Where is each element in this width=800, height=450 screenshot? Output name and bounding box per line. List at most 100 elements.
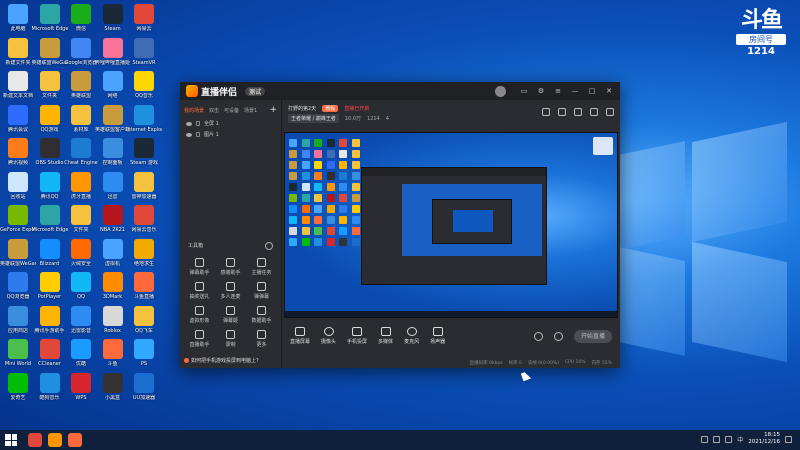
preview-icon [289, 216, 297, 224]
tool-item[interactable]: 弹幕姬 [215, 306, 246, 324]
share-screen-icon[interactable] [558, 108, 566, 116]
tool-item[interactable]: 多人连麦 [215, 282, 246, 300]
preview-icon [301, 139, 310, 147]
preview-icon [301, 194, 310, 202]
camera-button[interactable]: 摄像头 [321, 327, 336, 345]
app-icon [134, 272, 154, 292]
tab-scene-1[interactable]: 场景1 [244, 107, 257, 114]
lock-icon[interactable] [196, 132, 200, 137]
clock-time: 18:15 [764, 432, 780, 438]
clock[interactable]: 18:15 2021/12/16 [748, 432, 780, 446]
room-number: 1214 [367, 115, 380, 122]
close-icon[interactable]: ✕ [604, 86, 614, 96]
settings-icon[interactable]: ⚙ [536, 86, 546, 96]
volume-icon[interactable] [725, 435, 733, 443]
tab-my-scenes[interactable]: 我的场景 [184, 107, 204, 114]
tab-double-click[interactable]: 双击 [209, 107, 219, 114]
phone-icon [352, 327, 363, 336]
preview-icon [314, 139, 322, 147]
start-button[interactable] [4, 433, 18, 447]
tool-item[interactable]: 感谢助手 [215, 258, 246, 276]
speaker-button[interactable]: 扬声器 [430, 327, 445, 345]
stream-preview[interactable] [284, 132, 618, 318]
screen-capture-button[interactable]: 直播屏幕 [290, 327, 310, 345]
tool-item[interactable]: 数据助手 [246, 306, 277, 324]
microphone-button[interactable]: 麦克风 [404, 327, 419, 345]
preview-icon [301, 227, 310, 235]
tab-devices[interactable]: 可设备 [224, 107, 239, 114]
status-bar: 直播码率 0kbps 帧率 0 丢帧 0(0.00%) CPU 10% 内存 5… [282, 360, 620, 366]
room-tag[interactable]: 教程 [322, 105, 339, 112]
preview-icon [326, 172, 335, 180]
viewer-count: 4 [385, 115, 389, 122]
preview-icon [301, 150, 310, 158]
tool-item[interactable]: 录制 [215, 330, 246, 348]
preview-icon [339, 194, 347, 202]
taskbar-app-icon[interactable] [28, 433, 42, 447]
taskbar-app-icon[interactable] [68, 433, 82, 447]
tip-notice[interactable]: 如何把手机游戏投屏到电脑上？ [184, 357, 261, 364]
app-icon [102, 71, 123, 91]
app-icon [39, 138, 60, 158]
camera-icon [323, 327, 334, 336]
bell-icon[interactable] [590, 108, 598, 116]
desktop-icon-label: QQ飞车 [135, 327, 153, 334]
app-icon [134, 4, 154, 24]
preview-icon [351, 161, 360, 169]
add-scene-icon[interactable]: + [269, 105, 277, 115]
preview-icon [326, 205, 335, 213]
media-button[interactable]: 多媒体 [378, 327, 393, 345]
tool-icon [195, 330, 204, 339]
settings-icon[interactable] [554, 331, 563, 341]
preview-watermark [593, 137, 613, 155]
tool-item[interactable]: 弹幕助手 [184, 258, 215, 276]
share-icon[interactable] [606, 108, 614, 116]
lock-icon[interactable] [574, 108, 582, 116]
input-language[interactable]: 中 [737, 435, 743, 444]
eye-icon[interactable] [186, 121, 192, 126]
taskbar-apps [22, 433, 82, 447]
room-title[interactable]: 打野的第2天 [288, 105, 316, 112]
app-icon [102, 171, 123, 192]
gift-icon[interactable] [542, 108, 550, 116]
tool-icon [257, 282, 266, 291]
preview-icon [289, 227, 297, 235]
record-icon[interactable] [534, 331, 543, 341]
menu-icon[interactable]: ≡ [553, 86, 563, 96]
tool-item[interactable]: 抽奖送礼 [184, 282, 215, 300]
phone-cast-button[interactable]: 手机投屏 [347, 327, 367, 345]
notification-icon[interactable] [785, 435, 792, 443]
tool-item[interactable]: 弹弹幕 [246, 282, 277, 300]
skin-icon[interactable]: ▭ [519, 86, 529, 96]
app-icon [71, 238, 91, 259]
network-icon[interactable] [713, 435, 721, 443]
preview-icon [289, 139, 297, 147]
preview-icon [351, 216, 360, 224]
start-live-button[interactable]: 开始直播 [574, 329, 612, 343]
preview-icon [314, 161, 322, 169]
avatar[interactable] [495, 85, 506, 97]
minimize-icon[interactable]: — [570, 86, 580, 96]
tool-label: 抽奖送礼 [189, 294, 210, 300]
live-panel: 打野的第2天 教程 直播已开启 王者荣耀 / 巅峰王者 10.0万 1214 4 [282, 100, 620, 368]
lock-icon[interactable] [196, 121, 200, 126]
eye-icon[interactable] [186, 132, 192, 137]
tool-item[interactable]: 直播助手 [184, 330, 215, 348]
app-icon [39, 339, 60, 359]
desktop-icon[interactable]: UU加速器 [126, 372, 162, 413]
maximize-icon[interactable]: □ [587, 86, 597, 96]
category-select[interactable]: 王者荣耀 / 巅峰王者 [288, 114, 339, 123]
tool-item[interactable]: 虚拟形象 [184, 306, 215, 324]
monitor-icon [295, 327, 305, 336]
chevron-up-icon[interactable] [701, 435, 709, 443]
version-badge[interactable]: 测试 [245, 86, 266, 96]
taskbar: 中 18:15 2021/12/16 [0, 430, 800, 450]
tool-item[interactable]: 主播任务 [246, 258, 277, 276]
app-icon [39, 104, 60, 125]
source-item[interactable]: 图片 1 [180, 129, 281, 140]
taskbar-app-icon[interactable] [48, 433, 62, 447]
tool-item[interactable]: 更多 [246, 330, 277, 348]
preview-nested-window [361, 167, 547, 285]
toolbox-settings-icon[interactable] [265, 242, 273, 250]
source-item[interactable]: 全屏 1 [180, 118, 281, 129]
